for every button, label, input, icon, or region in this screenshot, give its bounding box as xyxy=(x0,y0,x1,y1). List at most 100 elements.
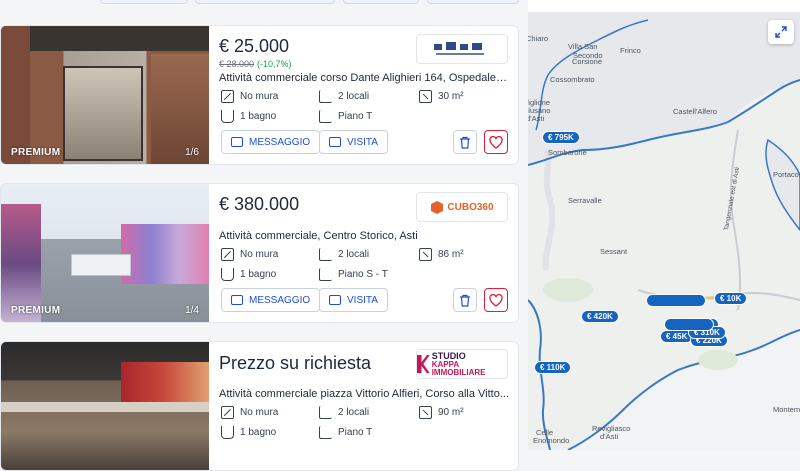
map-fullscreen-button[interactable] xyxy=(768,20,794,44)
shelf-right-image xyxy=(121,224,209,284)
feature-floor: Piano T xyxy=(319,110,372,123)
floor-icon xyxy=(319,268,332,281)
counter-image xyxy=(71,254,131,276)
listing-photo[interactable]: PREMIUM 1/6 xyxy=(1,26,209,164)
feature-rooms: 2 locali xyxy=(319,406,369,419)
price-drop: (-10,7%) xyxy=(257,59,292,69)
map-place-label: Enomondo xyxy=(533,436,570,445)
feature-walls: No mura xyxy=(221,248,278,261)
heart-icon xyxy=(489,135,503,149)
photo-counter: 1/6 xyxy=(185,147,199,158)
heart-icon xyxy=(489,293,503,307)
map-place-label: d'Asti xyxy=(528,114,545,123)
favorite-button[interactable] xyxy=(484,288,508,312)
area-icon xyxy=(419,90,432,103)
map-place-label: d'Asti xyxy=(600,432,619,441)
agency-logo[interactable] xyxy=(416,34,508,64)
map-place-label: Castell'Alfero xyxy=(673,107,717,116)
favorite-button[interactable] xyxy=(484,130,508,154)
feature-area: 86 m² xyxy=(419,248,464,261)
trash-icon xyxy=(460,294,470,307)
bar-counter-image xyxy=(1,402,209,412)
feature-bathrooms: 1 bagno xyxy=(221,426,276,439)
listing-price: € 25.000 xyxy=(219,36,290,56)
map-pin-cluster[interactable] xyxy=(664,318,714,331)
expand-icon xyxy=(775,26,787,38)
map-place-label: Portacom xyxy=(773,170,800,179)
map-panel[interactable]: Chiaro Villa San Secondo Frinco Corsione… xyxy=(528,0,800,450)
floor-icon xyxy=(319,110,332,123)
visit-button[interactable]: VISITA xyxy=(319,130,388,154)
feature-bathrooms: 1 bagno xyxy=(221,110,276,123)
premium-badge: PREMIUM xyxy=(11,147,61,158)
delete-button[interactable] xyxy=(453,130,477,154)
message-button[interactable]: MESSAGGIO xyxy=(221,288,321,312)
calendar-icon xyxy=(329,295,341,305)
rooms-icon xyxy=(319,248,332,261)
premium-badge: PREMIUM xyxy=(11,305,61,316)
map-place-label: Villa San xyxy=(568,42,598,51)
listing-photo[interactable]: PREMIUM 1/4 xyxy=(1,184,209,322)
map-price-pin[interactable]: € 420K xyxy=(581,310,619,323)
bathtub-icon xyxy=(221,426,234,439)
rooms-icon xyxy=(319,406,332,419)
trash-icon xyxy=(460,136,470,149)
area-icon xyxy=(419,248,432,261)
feature-bathrooms: 1 bagno xyxy=(221,268,276,281)
agency-logo-image xyxy=(434,42,484,55)
map-place-label: Frinco xyxy=(620,46,641,55)
listing-title[interactable]: Attività commerciale corso Dante Alighie… xyxy=(219,72,509,84)
message-button[interactable]: MESSAGGIO xyxy=(221,130,321,154)
listing-card[interactable]: Prezzo su richiesta STUDIO KAPPA IMMOBIL… xyxy=(0,341,519,471)
agency-logo[interactable]: CUBO360 xyxy=(416,192,508,222)
map-place-label: Corsione xyxy=(572,57,603,66)
map-place-label: Cossombrato xyxy=(550,75,595,84)
feature-floor: Piano S - T xyxy=(319,268,388,281)
feature-rooms: 2 locali xyxy=(319,248,369,261)
listing-price: Prezzo su richiesta xyxy=(219,353,372,373)
map-price-pin[interactable]: € 795K xyxy=(542,131,580,144)
photo-counter: 1/4 xyxy=(185,305,199,316)
floor-icon xyxy=(319,426,332,439)
visit-button[interactable]: VISITA xyxy=(319,288,388,312)
message-icon xyxy=(231,295,243,305)
shop-door-image xyxy=(63,66,143,161)
map-pin-cluster[interactable] xyxy=(646,294,706,307)
agency-logo[interactable]: STUDIO KAPPA IMMOBILIARE xyxy=(416,349,508,379)
old-price-value: € 28.000 xyxy=(219,59,255,69)
walls-icon xyxy=(221,248,234,261)
bar-shelf-image xyxy=(121,362,209,402)
listing-card[interactable]: PREMIUM 1/4 € 380.000 CUBO360 Attività c… xyxy=(0,183,519,323)
bathtub-icon xyxy=(221,110,234,123)
feature-floor: Piano T xyxy=(319,426,372,439)
area-icon xyxy=(419,406,432,419)
feature-area: 90 m² xyxy=(419,406,464,419)
map-place-label: Serravalle xyxy=(568,196,602,205)
listing-card[interactable]: PREMIUM 1/6 € 25.000 € 28.000 (-10,7%) At… xyxy=(0,25,519,165)
calendar-icon xyxy=(329,137,341,147)
listing-photo[interactable] xyxy=(1,342,209,470)
agency-logo-image xyxy=(431,201,444,214)
agency-logo-image xyxy=(417,354,430,374)
agency-logo-text: CUBO360 xyxy=(447,201,494,213)
feature-rooms: 2 locali xyxy=(319,90,369,103)
map-top-bar xyxy=(528,0,800,12)
feature-walls: No mura xyxy=(221,90,278,103)
feature-walls: No mura xyxy=(221,406,278,419)
listing-results: PREMIUM 1/6 € 25.000 € 28.000 (-10,7%) At… xyxy=(0,0,528,471)
walls-icon xyxy=(221,406,234,419)
listing-price: € 380.000 xyxy=(219,194,300,214)
listing-title[interactable]: Attività commerciale, Centro Storico, As… xyxy=(219,230,509,242)
delete-button[interactable] xyxy=(453,288,477,312)
map-price-pin[interactable]: € 10K xyxy=(714,292,748,305)
map-price-pin[interactable]: € 110K xyxy=(534,361,572,374)
agency-logo-subtext: KAPPA IMMOBILIARE xyxy=(431,359,486,377)
map-place-label: Sombarone xyxy=(548,148,587,157)
map-place-label: Chiaro xyxy=(528,34,549,43)
listing-title[interactable]: Attività commerciale piazza Vittorio Alf… xyxy=(219,388,509,400)
map-canvas[interactable] xyxy=(528,0,800,450)
message-icon xyxy=(231,137,243,147)
rooms-icon xyxy=(319,90,332,103)
map-place-label: Sessant xyxy=(600,247,628,256)
brick-wall-image xyxy=(151,54,209,164)
